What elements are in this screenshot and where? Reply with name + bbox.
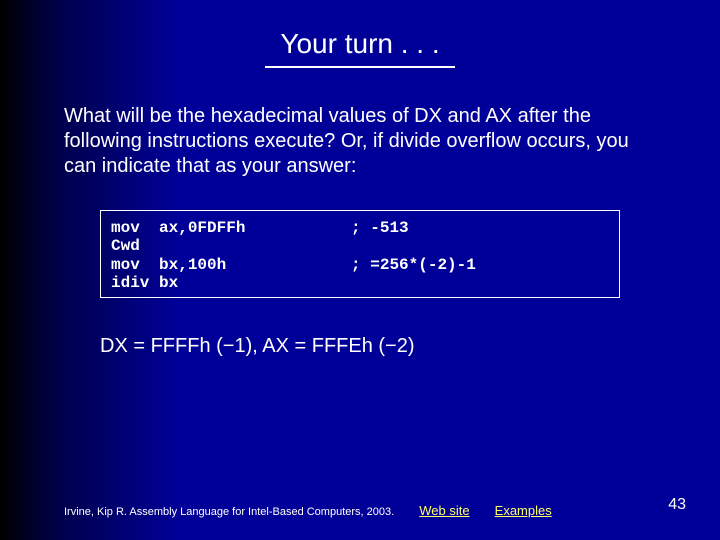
- slide-title: Your turn . . .: [0, 28, 720, 60]
- question-text: What will be the hexadecimal values of D…: [64, 104, 654, 179]
- slide: Your turn . . . What will be the hexadec…: [0, 0, 720, 540]
- website-link[interactable]: Web site: [419, 503, 469, 518]
- examples-link[interactable]: Examples: [495, 503, 552, 518]
- footer: Irvine, Kip R. Assembly Language for Int…: [64, 503, 690, 518]
- code-block: mov ax,0FDFFh ; -513 Cwd mov bx,100h ; =…: [100, 210, 620, 298]
- page-number: 43: [668, 496, 686, 514]
- answer-text: DX = FFFFh (−1), AX = FFFEh (−2): [100, 335, 415, 358]
- citation-text: Irvine, Kip R. Assembly Language for Int…: [64, 506, 394, 518]
- title-underline: [265, 66, 455, 68]
